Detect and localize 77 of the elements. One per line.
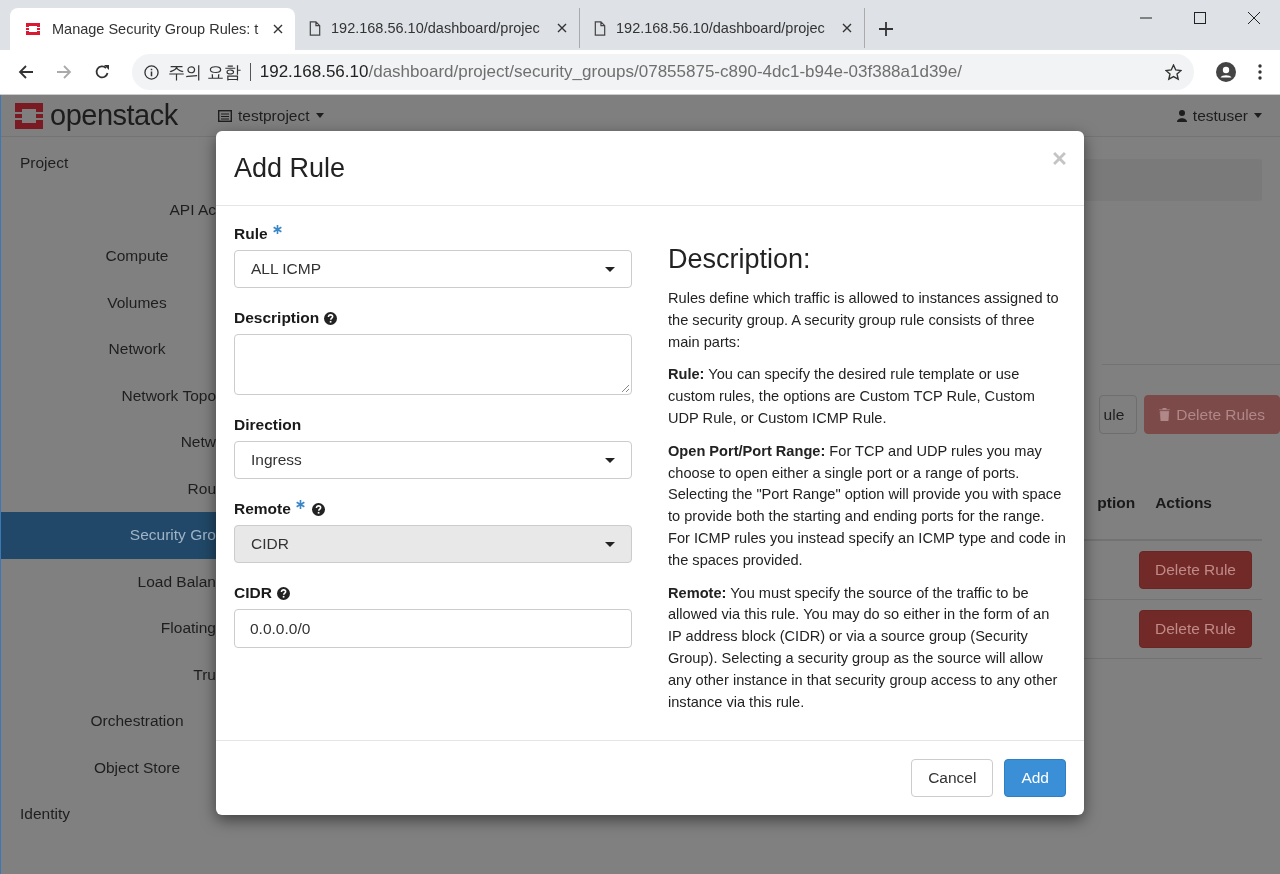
list-icon [218,109,232,122]
browser-tab[interactable]: 192.168.56.10/dashboard/projec [295,8,580,48]
column-header: Actions [1155,494,1212,513]
close-icon[interactable] [1248,12,1260,24]
sidebar-item[interactable]: Network Topo [1,372,216,419]
action-button[interactable]: Delete Rules [1144,395,1280,434]
field-label: Rule [234,225,268,243]
close-icon[interactable] [557,23,567,33]
required-asterisk-icon [272,224,282,234]
description-paragraph: Remote: You must specify the source of the traffic to be allowed via this rule. You may do so either in the form of an IP address block (CIDR) or via a source group (Security Group). Selecting a security group as the source will allow any other instance in that security group access to any other instance via this rule. [668,583,1059,712]
reload-icon[interactable] [94,64,110,80]
caret-icon [1254,113,1262,118]
sidebar-item[interactable]: Netw [1,419,216,466]
sidebar-item[interactable]: Network [1,326,216,373]
sidebar-item[interactable]: API Ac [1,186,216,233]
caret-icon [605,457,615,463]
user-icon [1176,109,1187,122]
description-heading: Description: [668,244,812,275]
sidebar-item[interactable]: Floating [1,605,216,652]
sidebar-item[interactable]: Load Balan [1,558,216,605]
url-text: 192.168.56.10/dashboard/project/security_groups/07855875-c890-4dc1-b94e-03f388a1d39e/ [259,62,963,82]
tab-title: 192.168.56.10/dashboard/projec [616,20,826,36]
required-asterisk-icon [295,499,305,509]
address-bar[interactable]: 주의 요함 192.168.56.10/dashboard/project/security_groups/07855875-c890-4dc1-b94e-03f388a1d39e/ [132,54,1194,90]
help-icon[interactable] [276,586,290,600]
back-icon[interactable] [18,64,34,80]
menu-icon[interactable] [1258,64,1262,80]
tab-title: Manage Security Group Rules: t [52,21,260,37]
field-label: CIDR [234,584,272,602]
field-label: Direction [234,416,302,434]
field-label: Description [234,309,320,327]
sidebar-item[interactable]: Security Gro [1,512,216,559]
tab-title: 192.168.56.10/dashboard/projec [331,20,541,36]
help-icon[interactable] [324,311,338,325]
column-header: ption [1097,494,1136,513]
action-button[interactable]: ule [1098,395,1138,434]
user-dropdown[interactable]: testuser [1176,106,1262,125]
caret-icon [605,541,615,547]
select-field[interactable]: Ingress [234,441,632,479]
openstack-logo-icon [24,21,42,37]
description-paragraph: Open Port/Port Range: For TCP and UDP rules you may choose to open either a single port or a range of ports. Selecting the "Port Range" option will provide you with space to provide both the starting and ending ports for the range. For ICMP rules you instead specify an ICMP type and code in the spaces provided. [668,441,1066,570]
info-icon [144,64,159,80]
resize-grip-icon[interactable] [621,384,629,392]
account-icon[interactable] [1216,62,1236,82]
close-icon[interactable] [842,23,852,33]
sidebar-item[interactable]: Compute [1,233,216,280]
security-warning: 주의 요함 [168,61,241,84]
browser-tab[interactable]: Manage Security Group Rules: t [10,8,295,50]
close-icon[interactable] [273,24,283,34]
logo-text: openstack [50,99,178,132]
trash-icon [1159,408,1171,421]
sidebar-item[interactable]: Project [1,140,216,187]
new-tab-icon[interactable] [879,22,893,36]
sidebar-item[interactable]: Volumes [1,279,216,326]
star-icon[interactable] [1165,63,1182,81]
document-icon [309,20,321,36]
sidebar-item[interactable]: Object Store [1,744,216,791]
sidebar-item[interactable]: Tru [1,651,216,698]
input-field[interactable]: 0.0.0.0/0 [234,609,632,648]
sidebar-item[interactable]: Orchestration [1,698,216,745]
select-field[interactable]: ALL ICMP [234,250,632,288]
description-paragraph: Rule: You can specify the desired rule template or use custom rules, the options are Custom TCP Rule, Custom UDP Rule, or Custom ICMP Rule. [668,365,1036,428]
dialog-title: Add Rule [234,152,346,184]
dialog-button[interactable]: Add [1004,759,1066,797]
maximize-icon[interactable] [1194,12,1206,24]
caret-icon [605,266,615,272]
dialog-button[interactable]: Cancel [911,759,994,797]
delete-rule-button[interactable]: Delete Rule [1139,610,1252,648]
description-paragraph: Rules define which traffic is allowed to instances assigned to the security group. A security group rule consists of three main parts: [668,289,1060,352]
document-icon [594,20,606,36]
delete-rule-button[interactable]: Delete Rule [1139,551,1252,589]
sidebar-item[interactable]: Identity [1,791,216,838]
browser-tab[interactable]: 192.168.56.10/dashboard/projec [580,8,865,48]
caret-icon [315,113,324,118]
project-dropdown[interactable]: testproject [218,106,324,125]
field-label: Remote [234,500,291,518]
sidebar-item[interactable]: Rou [1,465,216,512]
